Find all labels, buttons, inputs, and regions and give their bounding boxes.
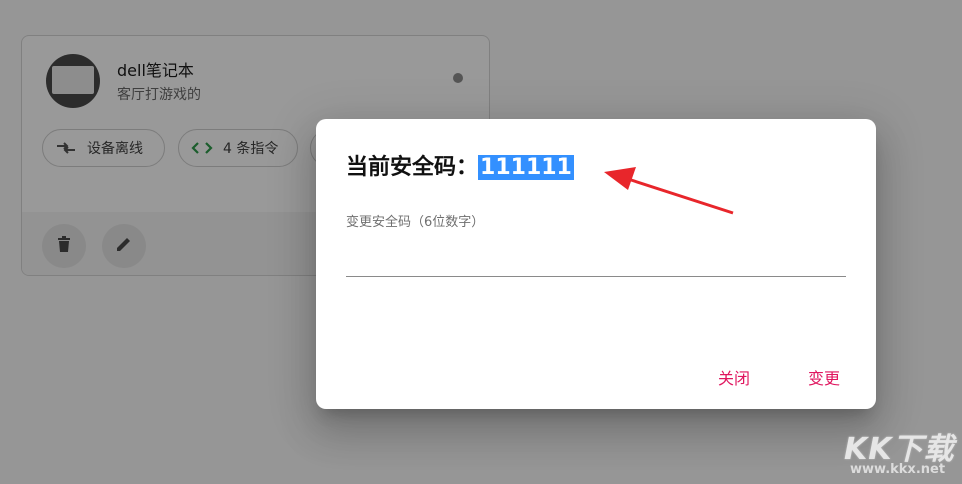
current-security-code: 111111 xyxy=(478,155,574,180)
watermark-url: www.kkx.net xyxy=(850,462,946,477)
dialog-title: 当前安全码：111111 xyxy=(346,149,574,181)
watermark-logo: KK下载 www.kkx.net xyxy=(840,424,956,480)
security-code-dialog: 当前安全码：111111 变更安全码（6位数字） 关闭 变更 xyxy=(316,119,876,409)
new-code-input[interactable] xyxy=(346,239,846,277)
new-code-label: 变更安全码（6位数字） xyxy=(346,215,485,230)
change-button[interactable]: 变更 xyxy=(802,361,846,393)
dialog-title-prefix: 当前安全码： xyxy=(346,155,479,180)
close-button[interactable]: 关闭 xyxy=(712,361,756,393)
